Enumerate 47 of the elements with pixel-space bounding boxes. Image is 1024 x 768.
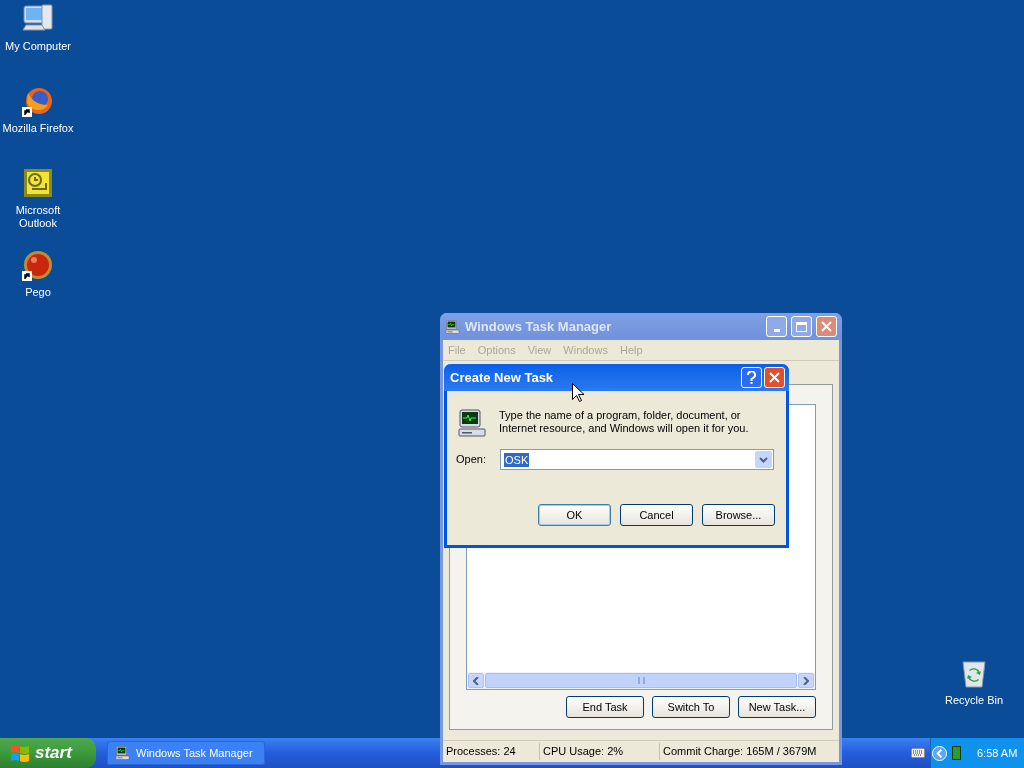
chevron-left-icon[interactable] <box>932 745 947 761</box>
shortcut-arrow-icon <box>22 271 32 281</box>
dialog-button[interactable]: Browse... <box>702 504 775 526</box>
mouse-pointer-icon <box>572 383 584 402</box>
computer-icon <box>457 407 489 439</box>
icon-label[interactable]: Recycle Bin <box>944 694 1004 707</box>
status-text: Commit Charge: 165M / 3679M <box>659 743 820 760</box>
chevron-left-icon <box>473 676 479 685</box>
help-button[interactable] <box>741 367 762 388</box>
scroll-right-button[interactable] <box>798 673 814 688</box>
dialog-button[interactable]: OK <box>538 504 611 526</box>
taskbar-button[interactable]: Windows Task Manager <box>107 741 265 765</box>
help-icon <box>747 371 756 384</box>
computer-icon <box>115 745 131 761</box>
open-combobox[interactable]: OSK <box>500 449 774 470</box>
meter-icon[interactable] <box>952 746 961 760</box>
close-button[interactable] <box>764 367 785 388</box>
close-icon <box>821 321 832 332</box>
window-button[interactable]: End Task <box>566 696 644 718</box>
chevron-right-icon <box>803 676 809 685</box>
clock-icon <box>22 167 54 199</box>
window-button[interactable]: Switch To <box>652 696 730 718</box>
icon-label[interactable]: Mozilla Firefox <box>2 122 74 135</box>
dialog-button[interactable]: Cancel <box>620 504 693 526</box>
keyboard-icon[interactable] <box>911 748 925 758</box>
computer-icon <box>445 318 461 335</box>
start-button[interactable]: start <box>0 738 96 768</box>
icon-label[interactable]: My Computer <box>2 40 74 53</box>
icon-label[interactable]: Microsoft Outlook <box>2 204 74 230</box>
field-value: OSK <box>504 452 530 467</box>
windows-flag-icon <box>10 744 30 762</box>
scroll-left-button[interactable] <box>468 673 484 688</box>
status-text: Processes: 24 <box>445 744 517 760</box>
window-button[interactable]: New Task... <box>738 696 816 718</box>
minimize-button[interactable] <box>766 316 787 337</box>
status-text: CPU Usage: 2% <box>539 743 659 760</box>
icon-label[interactable]: Pego <box>2 286 74 299</box>
dialog-title: Create New Task <box>450 368 555 387</box>
shortcut-arrow-icon <box>22 107 32 117</box>
window-title: Windows Task Manager <box>465 317 613 336</box>
scrollbar-thumb[interactable] <box>485 673 797 688</box>
ball-icon <box>22 249 54 281</box>
open-label: Open: <box>456 452 487 468</box>
maximize-button[interactable] <box>791 316 812 337</box>
instruction-text: Type the name of a program, folder, document, or Internet resource, and Windows will open it for you. <box>499 408 750 436</box>
close-button[interactable] <box>816 316 837 337</box>
close-icon <box>769 372 780 383</box>
